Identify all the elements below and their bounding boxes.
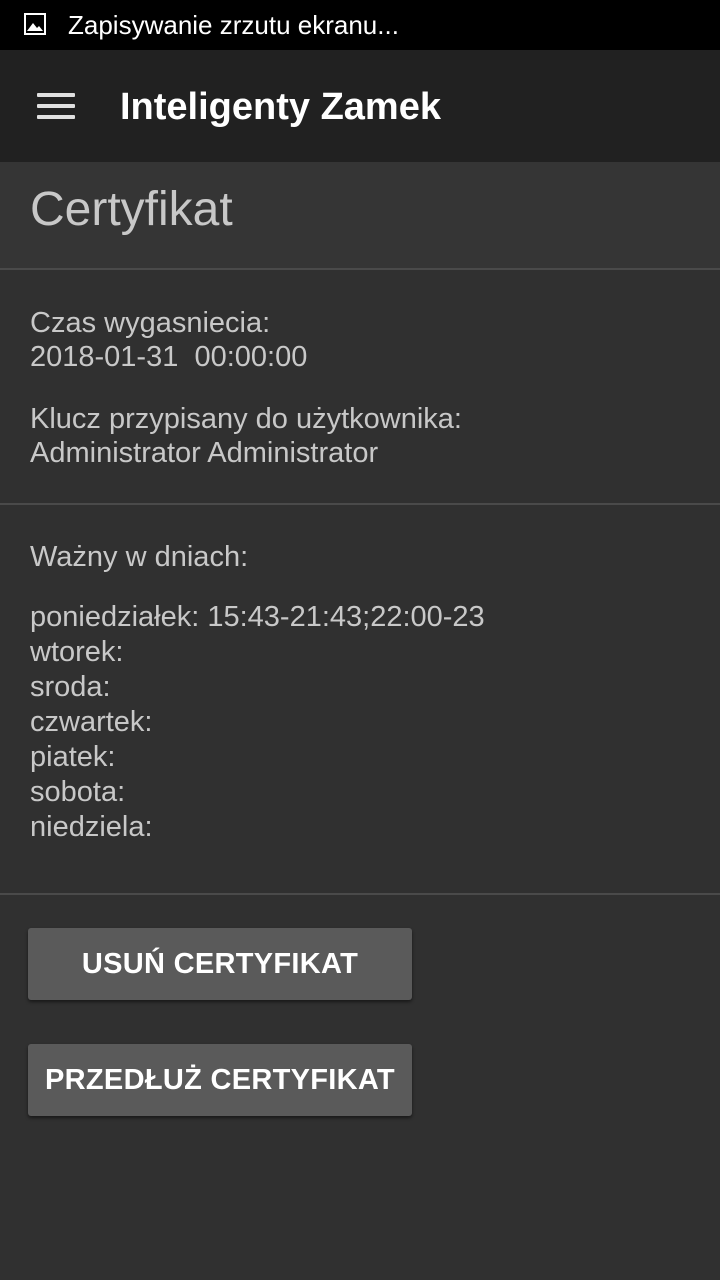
schedule-day-thursday: czwartek: xyxy=(30,706,153,738)
valid-days-label: Ważny w dniach: xyxy=(30,541,249,573)
status-notification-text: Zapisywanie zrzutu ekranu... xyxy=(68,10,399,40)
schedule-day-saturday: sobota: xyxy=(30,776,126,808)
page-title: Certyfikat xyxy=(30,183,233,236)
expiry-value: 2018-01-31 00:00:00 xyxy=(30,341,308,373)
assigned-user-label: Klucz przypisany do użytkownika: xyxy=(30,403,462,435)
divider xyxy=(0,893,720,895)
schedule-day-monday: poniedziałek: 15:43-21:43;22:00-23 xyxy=(30,601,485,633)
image-icon xyxy=(24,13,46,35)
schedule-day-tuesday: wtorek: xyxy=(30,636,124,668)
schedule-day-friday: piatek: xyxy=(30,741,116,773)
schedule-day-wednesday: sroda: xyxy=(30,671,111,703)
delete-certificate-button[interactable]: USUŃ CERTYFIKAT xyxy=(28,928,412,1000)
page-header: Certyfikat xyxy=(0,162,720,269)
app-bar: Inteligenty Zamek xyxy=(0,50,720,162)
app-title: Inteligenty Zamek xyxy=(120,86,441,128)
assigned-user-value: Administrator Administrator xyxy=(30,437,379,469)
divider xyxy=(0,503,720,505)
extend-certificate-button[interactable]: PRZEDŁUŻ CERTYFIKAT xyxy=(28,1044,412,1116)
schedule-day-sunday: niedziela: xyxy=(30,811,153,843)
divider xyxy=(0,268,720,270)
status-bar: Zapisywanie zrzutu ekranu... xyxy=(0,0,720,50)
hamburger-menu-icon[interactable] xyxy=(28,80,84,132)
expiry-label: Czas wygasniecia: xyxy=(30,307,271,339)
